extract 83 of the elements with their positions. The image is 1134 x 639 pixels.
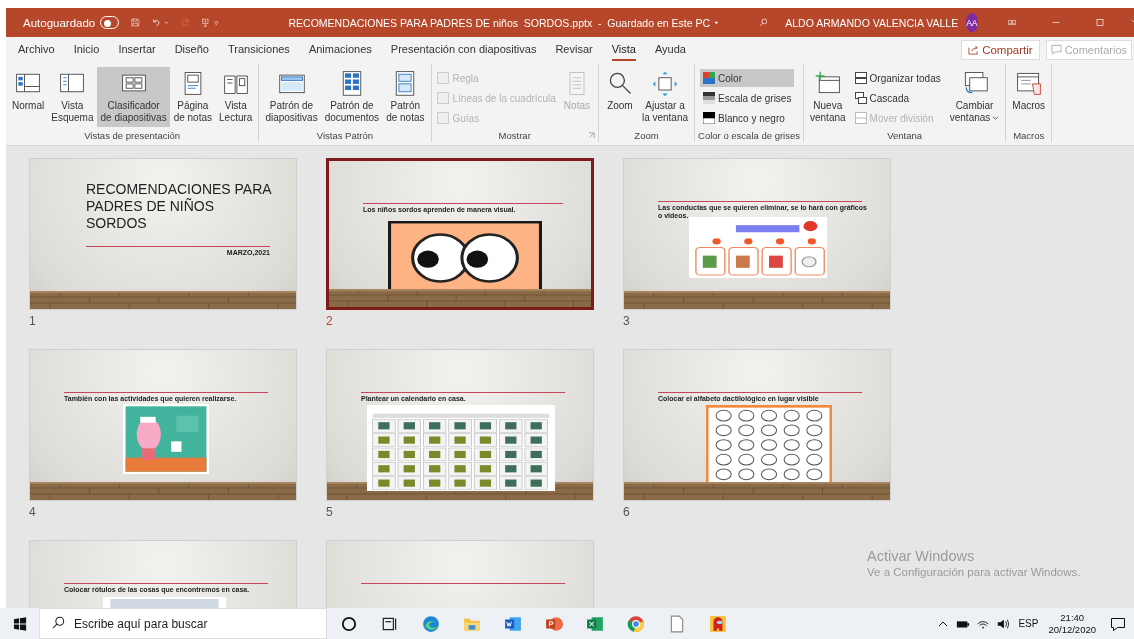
caret-icon[interactable] — [164, 19, 169, 26]
menu-tab[interactable]: Insertar — [118, 38, 156, 61]
menu-tab[interactable]: Inicio — [73, 38, 100, 61]
ribbon-button[interactable]: Vista Lectura — [216, 67, 256, 127]
activation-title: Activar Windows — [867, 548, 976, 564]
cascade-icon — [854, 92, 867, 104]
slide-number: 2 — [326, 314, 333, 328]
caret-icon[interactable] — [714, 19, 719, 26]
word-icon[interactable] — [504, 614, 522, 633]
chrome-browser-icon[interactable] — [627, 614, 645, 633]
presentation-app-icon[interactable] — [545, 614, 563, 633]
blank-file-icon[interactable] — [668, 614, 686, 633]
color-swatch-icon — [703, 72, 716, 84]
menu-tab[interactable]: Ayuda — [654, 38, 686, 61]
grayscale-swatch-icon — [703, 92, 716, 104]
ribbon-button[interactable]: Escala de grises — [700, 89, 795, 107]
menu-tab[interactable]: Vista — [611, 38, 636, 61]
slide-title: RECOMENDACIONES PARA PADRES DE NIÑOS SORDOS — [86, 181, 271, 232]
ribbon-button[interactable]: Blanco y negro — [700, 109, 795, 127]
ribbon-button[interactable]: Normal — [9, 67, 48, 127]
document-title: RECOMENDACIONES PARA PADRES DE niños SORDOS.pptx - Guardado en Este PC — [288, 16, 711, 29]
ribbon-button[interactable]: Color — [700, 69, 795, 87]
split-icon — [854, 112, 867, 124]
search-icon — [51, 616, 65, 630]
ribbon-button[interactable]: Cascada — [851, 89, 944, 107]
ribbon-button[interactable]: Macros — [1009, 67, 1049, 127]
dialog-launcher-icon[interactable] — [587, 132, 595, 139]
maximize-icon[interactable] — [1095, 17, 1104, 28]
browser-icon[interactable] — [422, 614, 440, 633]
ribbon-button[interactable]: Patrón de notas — [383, 67, 428, 127]
checkbox-label: Líneas de la cuadrícula — [452, 92, 556, 104]
group-label: Vistas de presentación — [84, 129, 181, 141]
ribbon-button[interactable]: Nueva ventana — [807, 67, 849, 127]
group-label: Color o escala de grises — [698, 129, 800, 141]
comment-icon — [1050, 44, 1062, 55]
windows-logo-icon[interactable] — [13, 616, 27, 631]
spreadsheet-icon[interactable] — [586, 614, 604, 633]
checkbox-label: Guías — [452, 112, 480, 124]
menu-tab[interactable]: Archivo — [18, 38, 55, 61]
group-label: Macros — [1013, 129, 1045, 141]
monochrome-swatch-icon — [703, 112, 716, 124]
share-button[interactable]: Compartir — [961, 39, 1040, 60]
save-icon[interactable] — [130, 15, 140, 30]
menu-tab[interactable]: Revisar — [555, 38, 593, 61]
customize-caret-icon[interactable] — [213, 19, 219, 26]
slide-number: 6 — [623, 505, 630, 519]
autosave-label: Autoguardado — [23, 16, 96, 29]
menu-tab[interactable]: Diseño — [174, 38, 209, 61]
ribbon-display-icon[interactable] — [1007, 17, 1016, 28]
clock-date[interactable]: 20/12/2020 — [1048, 623, 1096, 636]
ribbon-button[interactable]: Patrón de diapositivas — [262, 67, 321, 127]
arrange-icon — [854, 72, 867, 84]
ribbon-button[interactable]: Clasificador de diapositivas — [97, 67, 170, 127]
group-label: Zoom — [634, 129, 659, 141]
language-indicator[interactable]: ESP — [1018, 618, 1039, 629]
group-label: Vistas Patrón — [316, 129, 374, 141]
fit-window-icon — [651, 69, 679, 97]
activation-text: Ve a Configuración para activar Windows. — [867, 566, 1081, 578]
checkbox-label: Regla — [452, 72, 479, 84]
ribbon-button[interactable]: Vista Esquema — [48, 67, 97, 127]
slide-number: 4 — [29, 505, 36, 519]
clock-time[interactable]: 21:40 — [1060, 611, 1085, 624]
slide-number: 3 — [623, 314, 630, 328]
speaker-icon[interactable] — [996, 617, 1011, 630]
share-icon — [968, 44, 980, 55]
notification-icon[interactable] — [1110, 615, 1126, 632]
menu-tab[interactable]: Animaciones — [308, 38, 372, 61]
ribbon-button[interactable]: Cambiar ventanas — [946, 67, 1003, 127]
user-avatar[interactable]: AA — [966, 13, 978, 32]
slide-number: 5 — [326, 505, 333, 519]
user-name: ALDO ARMANDO VALENCIA VALLE — [785, 16, 959, 29]
circle-icon[interactable] — [340, 614, 358, 633]
ribbon-button[interactable]: Organizar todas — [851, 69, 944, 87]
menu-tab[interactable]: Transiciones — [227, 38, 290, 61]
ribbon-button[interactable]: Zoom — [601, 67, 638, 127]
game-character-icon[interactable] — [709, 614, 727, 633]
menu-tab[interactable]: Presentación con diapositivas — [390, 38, 537, 61]
slide-number: 1 — [29, 314, 36, 328]
group-label: Ventana — [887, 129, 923, 141]
ribbon-button[interactable]: Página de notas — [170, 67, 215, 127]
ribbon-button[interactable]: Patrón de documentos — [321, 67, 383, 127]
group-label: Mostrar — [498, 129, 531, 141]
ribbon-button[interactable]: Ajustar a la ventana — [638, 67, 692, 127]
